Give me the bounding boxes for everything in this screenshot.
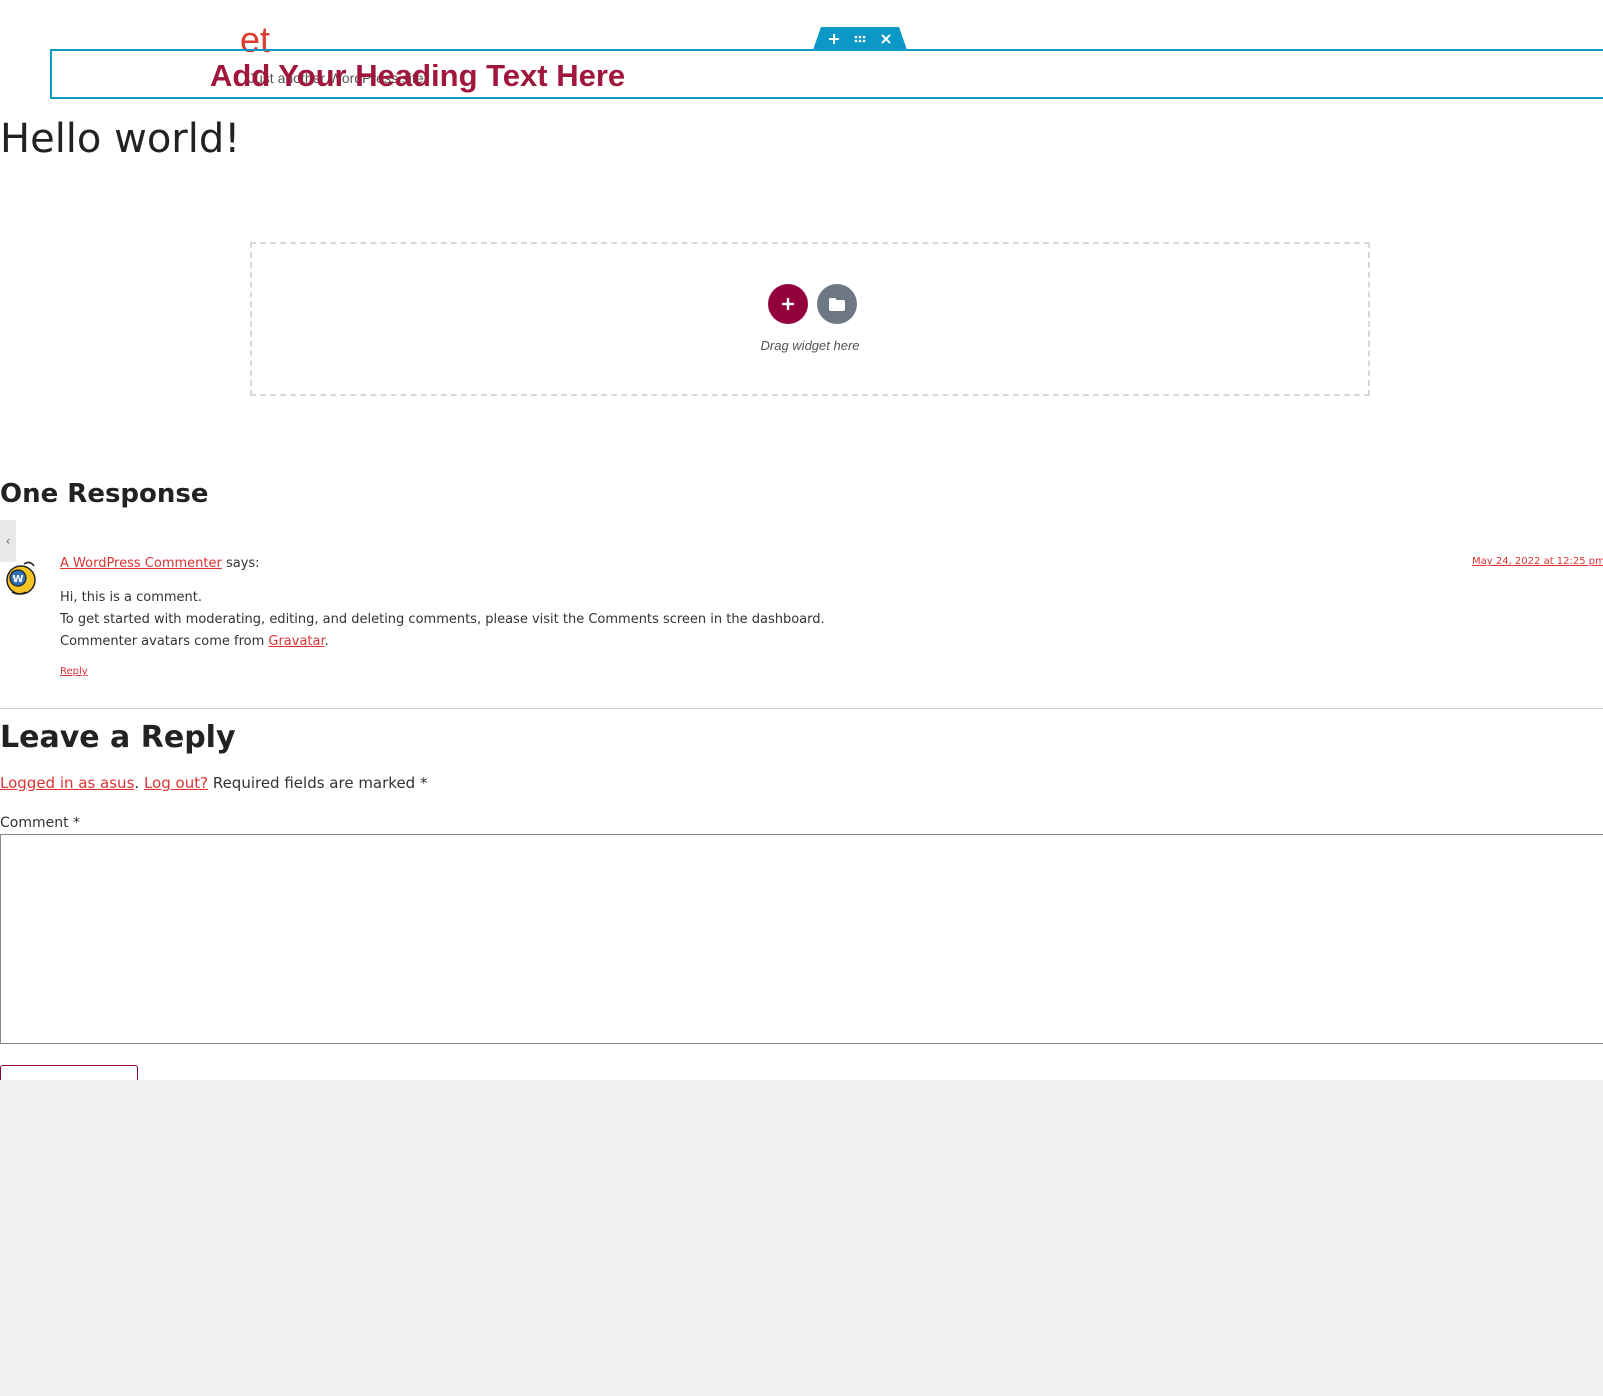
close-icon[interactable] — [879, 32, 893, 46]
logout-link[interactable]: Log out? — [144, 774, 208, 792]
comment-line: Hi, this is a comment. — [60, 590, 203, 605]
comments-title: One Response — [0, 479, 209, 509]
panel-collapse-toggle[interactable]: ‹ — [0, 520, 16, 562]
comment-label: Comment * — [0, 815, 81, 831]
logged-in-link[interactable]: Logged in as asus — [0, 774, 134, 792]
reply-link[interactable]: Reply — [60, 666, 88, 677]
comment-textarea[interactable] — [0, 834, 1603, 1044]
add-template-button[interactable] — [817, 284, 857, 324]
comment-says: says: — [225, 556, 260, 571]
comment-line-text: Commenter avatars come from — [60, 634, 269, 649]
widget-drop-zone[interactable] — [250, 242, 1370, 396]
chevron-left-icon: ‹ — [5, 534, 11, 548]
comment-date: May 24, 2022 at 12:25 pm — [1472, 556, 1603, 567]
section-handle — [813, 27, 907, 50]
separator: . — [134, 774, 140, 792]
gravatar-link[interactable]: Gravatar — [268, 634, 324, 649]
plus-icon — [782, 298, 794, 310]
add-section-button[interactable] — [768, 284, 808, 324]
required-note: Required fields are marked * — [208, 774, 428, 792]
comment-line: To get started with moderating, editing,… — [60, 612, 825, 627]
logged-in-note: Logged in as asus. Log out? Required fie… — [0, 774, 427, 792]
drop-zone-label: Drag widget here — [760, 338, 860, 353]
comment-date-link[interactable]: May 24, 2022 at 12:25 pm — [1472, 556, 1603, 567]
comment-body: Hi, this is a comment. To get started wi… — [60, 587, 825, 653]
page-canvas: et Just another WordPress site Add Your … — [0, 0, 1603, 1080]
reply-title: Leave a Reply — [0, 720, 236, 755]
comment-line: Commenter avatars come from Gravatar. — [60, 631, 825, 653]
heading-widget[interactable]: Add Your Heading Text Here — [210, 56, 625, 96]
comment-author-link[interactable]: A WordPress Commenter — [60, 556, 222, 571]
plus-icon[interactable] — [827, 32, 841, 46]
post-title: Hello world! — [0, 116, 241, 162]
reply-link-wrap: Reply — [60, 666, 88, 677]
svg-text:W: W — [12, 574, 23, 585]
post-comment-button[interactable] — [0, 1065, 138, 1080]
folder-icon — [829, 297, 845, 311]
avatar: W — [4, 558, 38, 596]
divider — [0, 708, 1603, 709]
grid-dots-icon[interactable] — [853, 32, 867, 46]
comment-period: . — [324, 634, 329, 649]
comment-meta: A WordPress Commenter says: — [60, 556, 260, 571]
